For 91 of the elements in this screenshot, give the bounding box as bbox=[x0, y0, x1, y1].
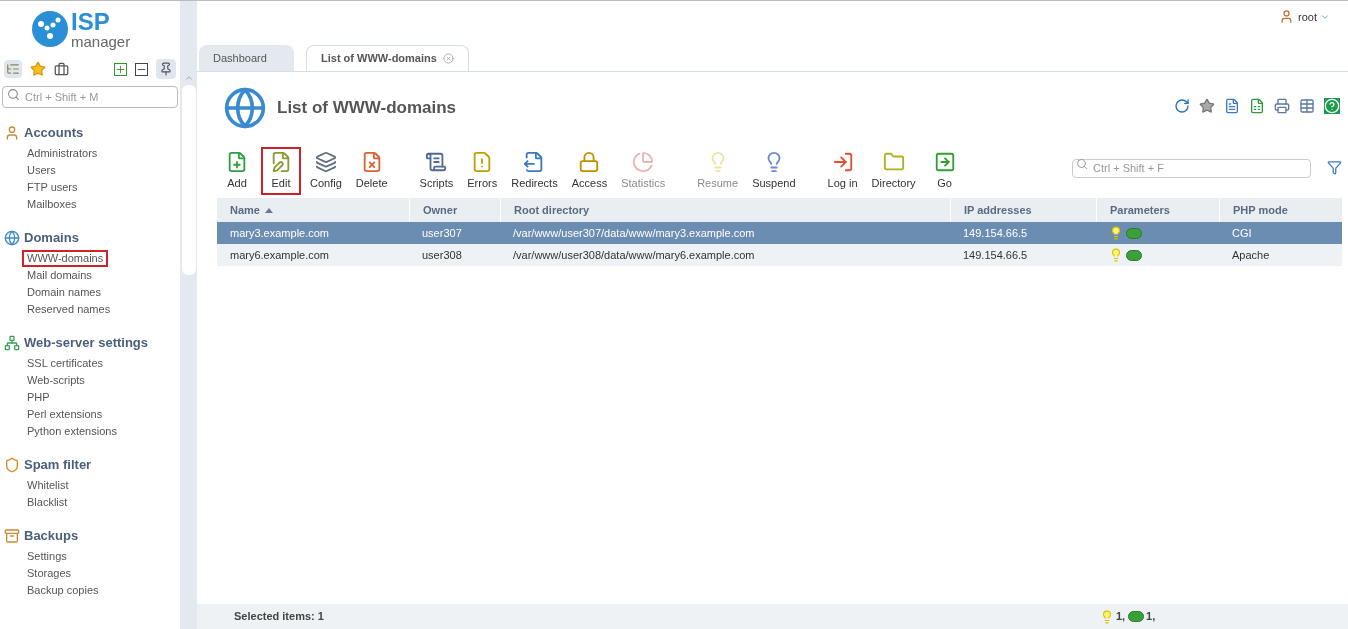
menu-item[interactable]: Web-scripts bbox=[22, 372, 90, 389]
layers-icon bbox=[314, 151, 337, 173]
file-pen-icon bbox=[270, 151, 292, 173]
shield-icon bbox=[4, 457, 20, 473]
menu-item[interactable]: Users bbox=[22, 162, 61, 179]
menu-section-title[interactable]: Web-server settings bbox=[24, 333, 149, 353]
toolbar-button[interactable]: Edit bbox=[261, 147, 301, 195]
toolbar-button[interactable]: Access bbox=[566, 147, 613, 195]
tab[interactable]: List of WWW-domains bbox=[306, 45, 469, 71]
column-header[interactable]: Name bbox=[217, 198, 409, 222]
menu-item[interactable]: Administrators bbox=[22, 145, 103, 162]
table-settings-icon[interactable] bbox=[1299, 98, 1315, 114]
total-count: 1, bbox=[1115, 609, 1126, 625]
menu-item[interactable]: WWW-domains bbox=[22, 250, 109, 267]
logo-icon bbox=[32, 11, 68, 47]
table-cell-text: user307 bbox=[421, 225, 463, 241]
filter-icon[interactable] bbox=[1327, 159, 1342, 175]
toolbar-button[interactable]: Add bbox=[217, 147, 257, 195]
toolbar-button[interactable]: Delete bbox=[350, 147, 393, 195]
lock-icon bbox=[578, 151, 601, 173]
archive-icon bbox=[4, 528, 20, 544]
menu-item[interactable]: SSL certificates bbox=[22, 355, 108, 372]
toolbar-button[interactable]: Log in bbox=[822, 147, 863, 195]
tab[interactable]: Dashboard bbox=[199, 45, 294, 71]
toolbar-button[interactable]: Directory bbox=[866, 147, 921, 195]
favorites-star-icon[interactable] bbox=[30, 61, 46, 77]
table-cell-text: user308 bbox=[421, 247, 463, 263]
menu-section-title[interactable]: Backups bbox=[24, 526, 79, 546]
user-menu[interactable]: root bbox=[1298, 9, 1330, 26]
table-cell-text: mary6.example.com bbox=[229, 247, 331, 263]
collapse-all-icon[interactable] bbox=[135, 62, 148, 76]
table-cell-text: CGI bbox=[1231, 225, 1253, 241]
table-cell-text: /var/www/user307/data/www/mary3.example.com bbox=[512, 225, 756, 241]
document-icon[interactable] bbox=[1224, 98, 1240, 114]
pin-icon bbox=[159, 62, 173, 76]
menu-item[interactable]: FTP users bbox=[22, 179, 83, 196]
search-icon bbox=[7, 88, 20, 101]
table-cell-text: Apache bbox=[1231, 247, 1271, 263]
table-cell-text: 149.154.66.5 bbox=[962, 225, 1029, 241]
table-row[interactable]: mary6.example.com user308 /var/www/user308/data/www/mary6.example.com 149.154.66.5 Apache bbox=[217, 244, 1342, 266]
menu-item[interactable]: Whitelist bbox=[22, 477, 74, 494]
menu-item[interactable]: Mail domains bbox=[22, 267, 97, 284]
total-count: 1, bbox=[1146, 609, 1156, 625]
menu-item[interactable]: Storages bbox=[22, 565, 77, 582]
spreadsheet-icon[interactable] bbox=[1249, 98, 1265, 114]
table-cell-text: 149.154.66.5 bbox=[962, 247, 1029, 263]
pin-button[interactable] bbox=[156, 59, 176, 79]
briefcase-icon[interactable] bbox=[54, 61, 69, 77]
pie-chart-icon bbox=[632, 151, 655, 173]
menu-item[interactable]: Reserved names bbox=[22, 301, 116, 318]
toolbar-button[interactable]: Errors bbox=[462, 147, 503, 195]
help-icon[interactable] bbox=[1324, 98, 1340, 114]
menu-section-title[interactable]: Spam filter bbox=[24, 455, 92, 475]
menu-item[interactable]: Backup copies bbox=[22, 582, 104, 599]
file-plus-icon bbox=[226, 151, 248, 173]
menu-section-title[interactable]: Accounts bbox=[24, 123, 84, 143]
sidebar-scrollbar[interactable] bbox=[180, 1, 197, 629]
scroll-icon bbox=[425, 151, 448, 173]
menu-item[interactable]: Domain names bbox=[22, 284, 106, 301]
menu-item[interactable]: Mailboxes bbox=[22, 196, 82, 213]
filter-field[interactable]: Ctrl + Shift + F bbox=[1072, 158, 1311, 178]
menu-item[interactable]: Settings bbox=[22, 548, 72, 565]
menu-section-title[interactable]: Domains bbox=[24, 228, 79, 248]
menu-item[interactable]: PHP bbox=[22, 389, 55, 406]
logo-title: ISP bbox=[71, 9, 111, 34]
menu-item[interactable]: Python extensions bbox=[22, 423, 122, 440]
page-title: List of WWW-domains bbox=[277, 97, 457, 120]
table-cell-text: /var/www/user308/data/www/mary6.example.com bbox=[512, 247, 756, 263]
toolbar-button[interactable]: Go bbox=[924, 147, 965, 195]
expand-all-icon[interactable] bbox=[114, 62, 127, 76]
user-icon bbox=[1279, 9, 1295, 24]
menu-search-field[interactable]: Ctrl + Shift + M bbox=[2, 86, 178, 108]
menu-item[interactable]: Blacklist bbox=[22, 494, 73, 511]
table-cell-text: mary3.example.com bbox=[229, 225, 331, 241]
toolbar-button[interactable]: Suspend bbox=[747, 147, 801, 195]
refresh-icon[interactable] bbox=[1174, 98, 1190, 114]
search-icon bbox=[1076, 158, 1088, 170]
star-icon[interactable] bbox=[1199, 98, 1215, 114]
tree-view-button[interactable] bbox=[4, 60, 22, 78]
logo-subtitle: manager bbox=[71, 33, 131, 49]
login-icon bbox=[831, 151, 854, 173]
selected-count: Selected items: 1 bbox=[234, 609, 324, 625]
toolbar-button[interactable]: Config bbox=[305, 147, 347, 195]
toolbar-button[interactable]: Redirects bbox=[506, 147, 563, 195]
folder-icon bbox=[882, 151, 905, 173]
toolbar-button[interactable]: Scripts bbox=[414, 147, 459, 195]
close-icon[interactable] bbox=[442, 53, 454, 64]
person-icon bbox=[4, 125, 20, 141]
arrow-square-icon bbox=[933, 151, 956, 173]
print-icon[interactable] bbox=[1274, 98, 1290, 114]
menu-item[interactable]: Perl extensions bbox=[22, 406, 108, 423]
